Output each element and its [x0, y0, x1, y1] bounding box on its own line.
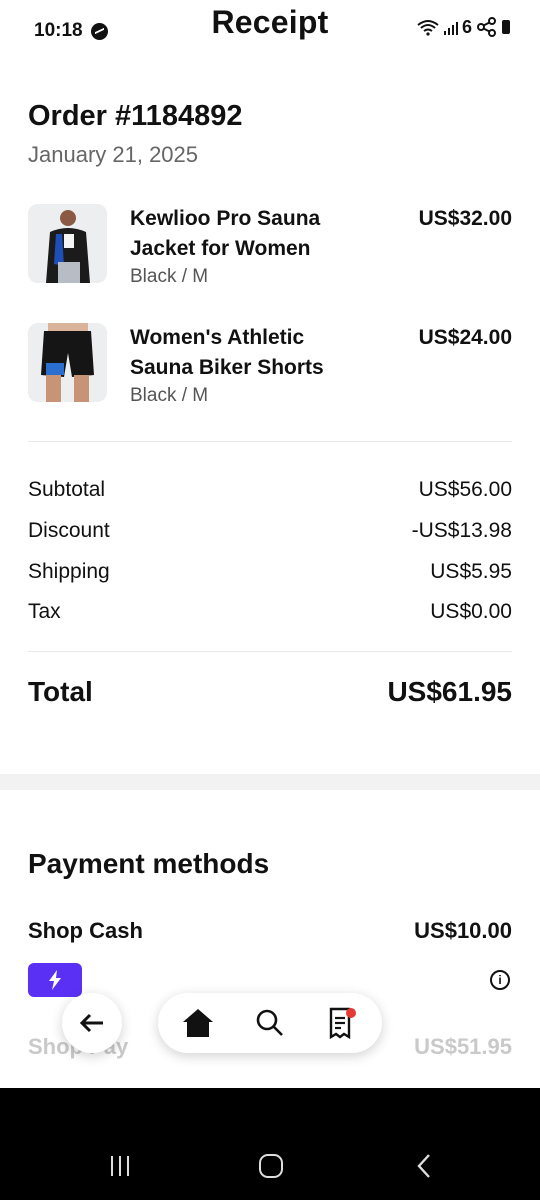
tax-value: US$0.00: [430, 600, 512, 623]
product-variant: Black / M: [130, 385, 209, 406]
subtotal-row: Subtotal US$56.00: [28, 478, 512, 508]
product-name: Women's Athletic Sauna Biker Shorts: [130, 326, 324, 379]
discount-value: -US$13.98: [411, 519, 512, 542]
shipping-row: Shipping US$5.95: [28, 560, 512, 590]
page-title: Receipt: [211, 4, 329, 40]
discount-row: Discount -US$13.98: [28, 519, 512, 549]
arrow-left-icon: [79, 1013, 103, 1033]
tax-label: Tax: [28, 600, 61, 623]
shop-pay-value: US$51.95: [414, 1034, 512, 1059]
shipping-value: US$5.95: [430, 560, 512, 583]
subtotal-value: US$56.00: [418, 478, 512, 501]
order-date: January 21, 2025: [28, 142, 199, 167]
receipt-icon: [329, 1007, 356, 1039]
product-variant: Black / M: [130, 266, 209, 287]
product-image: [28, 323, 107, 402]
notification-dot: [346, 1008, 356, 1018]
search-icon: [256, 1009, 283, 1036]
shipping-label: Shipping: [28, 560, 110, 583]
home-circle-icon: [259, 1154, 283, 1178]
divider: [28, 651, 512, 652]
system-nav-bar: [0, 1088, 540, 1200]
subtotal-label: Subtotal: [28, 478, 106, 501]
scroll-fade: [0, 1058, 540, 1088]
total-label: Total: [28, 676, 93, 707]
product-price: US$24.00: [418, 326, 512, 349]
home-icon: [183, 1009, 213, 1037]
shop-cash-value: US$10.00: [414, 918, 512, 943]
search-button[interactable]: [252, 1005, 288, 1041]
payment-methods-title: Payment methods: [28, 848, 270, 879]
orders-button[interactable]: [324, 1005, 360, 1041]
home-system-button[interactable]: [251, 1150, 291, 1182]
tax-row: Tax US$0.00: [28, 600, 512, 630]
back-button[interactable]: [62, 993, 122, 1053]
lightning-icon: [49, 970, 61, 990]
line-item[interactable]: Women's Athletic Sauna Biker Shorts Blac…: [28, 323, 512, 423]
line-item[interactable]: Kewlioo Pro Sauna Jacket for Women Black…: [28, 204, 512, 304]
divider: [28, 441, 512, 442]
info-icon[interactable]: i: [490, 970, 510, 990]
chevron-left-icon: [417, 1154, 430, 1178]
product-name: Kewlioo Pro Sauna Jacket for Women: [130, 207, 321, 260]
shop-cash-badge: [28, 963, 82, 997]
recent-apps-button[interactable]: [100, 1150, 140, 1182]
product-price: US$32.00: [418, 207, 512, 230]
discount-label: Discount: [28, 519, 110, 542]
section-separator: [0, 774, 540, 790]
recent-apps-icon: [111, 1156, 129, 1176]
total-value: US$61.95: [387, 676, 512, 707]
shop-cash-label: Shop Cash: [28, 918, 143, 943]
home-button[interactable]: [180, 1005, 216, 1041]
order-number: Order #1184892: [28, 100, 243, 132]
back-system-button[interactable]: [404, 1150, 444, 1182]
bottom-nav: [158, 993, 382, 1053]
product-image: [28, 204, 107, 283]
